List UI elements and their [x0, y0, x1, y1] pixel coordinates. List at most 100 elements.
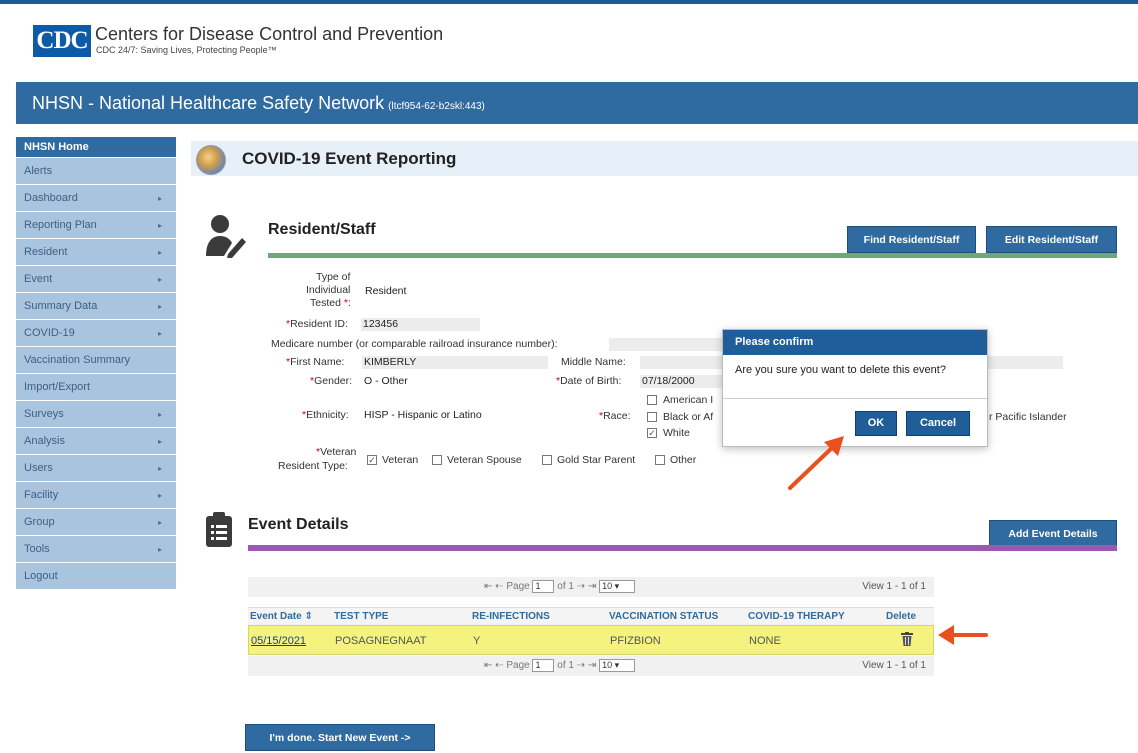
pager-first-icon[interactable]: ⇤ — [484, 581, 492, 592]
sidebar-item-group[interactable]: Group ▸ — [16, 509, 176, 536]
add-event-details-button[interactable]: Add Event Details — [989, 520, 1117, 547]
race-checkbox-black[interactable] — [647, 412, 657, 422]
nhsn-server-label: (ltcf954-62-b2skl:443) — [388, 101, 485, 112]
pager-page-label: Page — [506, 660, 530, 672]
dialog-message: Are you sure you want to delete this eve… — [735, 364, 946, 376]
col-vaccination-status: VACCINATION STATUS — [609, 611, 719, 622]
gender-label-text: Gender: — [314, 375, 353, 387]
cdc-tagline: CDC 24/7: Saving Lives, Protecting Peopl… — [96, 45, 277, 55]
chevron-right-icon: ▸ — [157, 410, 162, 419]
last-name-field — [988, 356, 1063, 369]
race-label: *Race: — [599, 410, 631, 422]
veteran-option-label: Veteran Spouse — [447, 454, 522, 466]
pager-next-icon[interactable]: ⇢ — [577, 581, 585, 592]
sidebar-item-alerts[interactable]: Alerts — [16, 158, 176, 185]
pager-per-page-select[interactable]: 10 ▾ — [599, 580, 636, 593]
required-mark: * — [343, 297, 348, 309]
resident-divider — [268, 253, 1117, 258]
sort-icon: ⇕ — [304, 611, 313, 622]
find-resident-button[interactable]: Find Resident/Staff — [847, 226, 976, 253]
chevron-right-icon: ▸ — [157, 194, 162, 203]
resident-id-label-text: Resident ID: — [290, 318, 348, 330]
table-row[interactable]: 05/15/2021 POSAGNEGNAAT Y PFIZBION NONE — [248, 625, 934, 655]
sidebar-item-vaccination-summary[interactable]: Vaccination Summary — [16, 347, 176, 374]
done-start-new-event-button[interactable]: I'm done. Start New Event -> — [245, 724, 435, 751]
veteran-checkbox-gold-star-parent[interactable] — [542, 455, 552, 465]
confirm-dialog: Please confirm Are you sure you want to … — [722, 329, 988, 447]
sidebar-item-dashboard[interactable]: Dashboard ▸ — [16, 185, 176, 212]
sidebar-item-label: NHSN Home — [24, 141, 89, 153]
veteran-checkbox-veteran-spouse[interactable] — [432, 455, 442, 465]
event-details-divider — [248, 545, 1117, 551]
first-name-label: *First Name: — [286, 356, 344, 368]
pager-prev-icon[interactable]: ⇠ — [495, 660, 503, 671]
col-delete: Delete — [886, 611, 917, 622]
chevron-right-icon: ▸ — [157, 437, 162, 446]
sidebar-item-surveys[interactable]: Surveys ▸ — [16, 401, 176, 428]
event-details-title: Event Details — [248, 516, 349, 533]
sidebar-item-summary-data[interactable]: Summary Data ▸ — [16, 293, 176, 320]
col-event-date[interactable]: Event Date ⇕ — [250, 611, 313, 622]
dialog-divider — [723, 398, 987, 399]
col-event-date-label: Event Date — [250, 611, 302, 622]
trash-icon[interactable] — [901, 632, 913, 646]
cell-vaccination-status: PFIZBION — [610, 635, 661, 647]
pager-last-icon[interactable]: ⇥ — [588, 581, 596, 592]
pager-per-page-select[interactable]: 10 ▾ — [599, 659, 636, 672]
ok-button[interactable]: OK — [855, 411, 897, 436]
sidebar-item-tools[interactable]: Tools ▸ — [16, 536, 176, 563]
sidebar-item-reporting-plan[interactable]: Reporting Plan ▸ — [16, 212, 176, 239]
cancel-button[interactable]: Cancel — [906, 411, 970, 436]
sidebar-item-covid-19[interactable]: COVID-19 ▸ — [16, 320, 176, 347]
dob-label: *Date of Birth: — [556, 375, 621, 387]
sidebar-item-analysis[interactable]: Analysis ▸ — [16, 428, 176, 455]
veteran-label-text: Veteran — [320, 446, 357, 458]
pager-last-icon[interactable]: ⇥ — [588, 660, 596, 671]
veteran-option-label: Gold Star Parent — [557, 454, 636, 466]
pager-page-input[interactable]: 1 — [532, 580, 555, 593]
gender-value: O - Other — [364, 375, 408, 387]
race-checkbox-american-indian[interactable] — [647, 395, 657, 405]
cell-reinfections: Y — [473, 635, 481, 647]
person-edit-icon — [206, 215, 246, 258]
edit-resident-button[interactable]: Edit Resident/Staff — [986, 226, 1117, 253]
sidebar-item-resident[interactable]: Resident ▸ — [16, 239, 176, 266]
resident-section-title: Resident/Staff — [268, 221, 376, 238]
dialog-title: Please confirm — [723, 330, 987, 355]
event-date-link[interactable]: 05/15/2021 — [251, 635, 306, 647]
pager-prev-icon[interactable]: ⇠ — [495, 581, 503, 592]
veteran-checkbox-veteran[interactable]: ✓ — [367, 455, 377, 465]
sidebar-item-nhsn-home[interactable]: NHSN Home — [16, 137, 176, 158]
col-covid-therapy: COVID-19 THERAPY — [748, 611, 845, 622]
veteran-label-line1: *Veteran — [316, 446, 356, 458]
type-label-line3: Tested *: — [310, 297, 351, 309]
pager-page-label: Page — [506, 581, 530, 593]
pager-page-input[interactable]: 1 — [532, 659, 555, 672]
chevron-right-icon: ▸ — [157, 275, 162, 284]
race-option-white: White — [663, 427, 690, 439]
pager-of-label: of 1 — [557, 581, 574, 593]
pager-first-icon[interactable]: ⇤ — [484, 660, 492, 671]
veteran-checkbox-other[interactable] — [655, 455, 665, 465]
nhsn-title: NHSN - National Healthcare Safety Networ… — [32, 93, 485, 114]
sidebar-item-label: Users — [24, 462, 53, 474]
sidebar-item-event[interactable]: Event ▸ — [16, 266, 176, 293]
race-checkbox-white[interactable]: ✓ — [647, 428, 657, 438]
sidebar-item-users[interactable]: Users ▸ — [16, 455, 176, 482]
resident-id-field: 123456 — [361, 318, 480, 331]
gender-label: *Gender: — [310, 375, 352, 387]
sidebar-item-facility[interactable]: Facility ▸ — [16, 482, 176, 509]
cdc-logo[interactable]: CDC — [33, 25, 91, 57]
per-page-value: 10 — [602, 581, 613, 591]
chevron-right-icon: ▸ — [157, 464, 162, 473]
sidebar-item-label: Dashboard — [24, 192, 78, 204]
chevron-right-icon: ▸ — [157, 491, 162, 500]
nhsn-banner: NHSN - National Healthcare Safety Networ… — [16, 82, 1138, 124]
per-page-value: 10 — [602, 660, 613, 670]
chevron-right-icon: ▸ — [157, 545, 162, 554]
sidebar-item-logout[interactable]: Logout — [16, 563, 176, 590]
sidebar-item-import-export[interactable]: Import/Export — [16, 374, 176, 401]
chevron-right-icon: ▸ — [157, 248, 162, 257]
chevron-right-icon: ▸ — [157, 329, 162, 338]
pager-next-icon[interactable]: ⇢ — [577, 660, 585, 671]
